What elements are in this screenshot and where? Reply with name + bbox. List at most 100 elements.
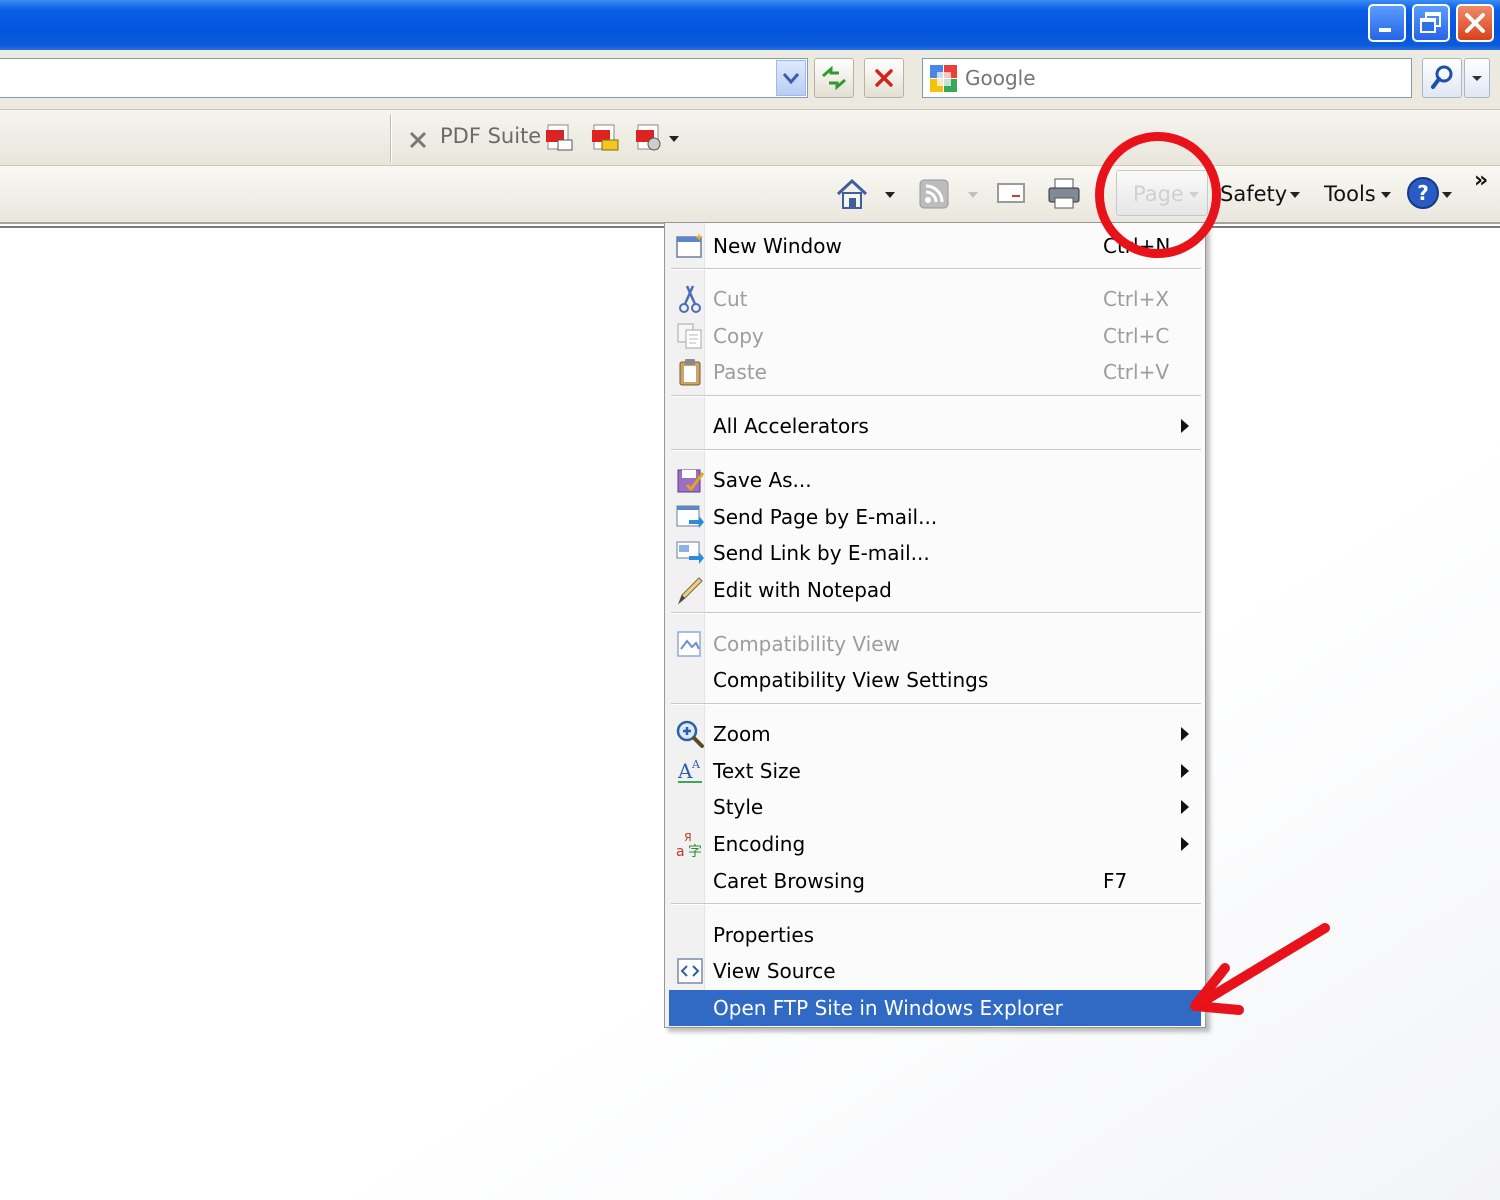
- pdf-suite-label: PDF Suite: [440, 124, 542, 148]
- close-button[interactable]: [1456, 4, 1494, 42]
- menu-item-label: Open FTP Site in Windows Explorer: [713, 996, 1063, 1020]
- send-link-icon: [676, 541, 704, 564]
- restore-icon: [1420, 12, 1441, 33]
- search-options-button[interactable]: [1464, 58, 1490, 98]
- tools-caret-icon[interactable]: [1381, 192, 1391, 198]
- safety-menu-button[interactable]: Safety: [1220, 182, 1287, 206]
- submenu-arrow-icon: [1181, 800, 1189, 814]
- search-input[interactable]: [965, 59, 1405, 97]
- restore-button[interactable]: [1412, 4, 1450, 42]
- feeds-icon[interactable]: [918, 178, 950, 210]
- menu-item-send-page[interactable]: Send Page by E-mail...: [669, 499, 1201, 535]
- feeds-caret-icon[interactable]: [968, 192, 978, 198]
- read-mail-icon[interactable]: [996, 180, 1026, 208]
- menu-item-label: Text Size: [713, 759, 801, 783]
- stop-button[interactable]: [864, 58, 904, 98]
- menu-item-label: Copy: [713, 324, 764, 348]
- menu-item-copy[interactable]: Copy Ctrl+C: [669, 318, 1201, 354]
- pdf-convert-icon[interactable]: [544, 122, 576, 154]
- command-bar: Page Safety Tools ? »: [0, 166, 1500, 224]
- scissors-icon: [679, 285, 701, 313]
- menu-item-cut[interactable]: Cut Ctrl+X: [669, 281, 1201, 317]
- menu-item-properties[interactable]: Properties: [669, 917, 1201, 953]
- submenu-arrow-icon: [1181, 419, 1189, 433]
- chevron-down-icon: [782, 73, 800, 85]
- menu-item-shortcut: Ctrl+X: [1103, 287, 1170, 311]
- menu-separator: [671, 395, 1201, 397]
- svg-text:字: 字: [688, 844, 702, 859]
- menu-item-label: Paste: [713, 360, 767, 384]
- menu-item-compatibility-view[interactable]: Compatibility View: [669, 626, 1201, 662]
- pencil-icon: [677, 577, 703, 605]
- pdf-email-icon[interactable]: [590, 122, 622, 154]
- menu-item-label: New Window: [713, 234, 842, 258]
- menu-item-send-link[interactable]: Send Link by E-mail...: [669, 535, 1201, 571]
- more-commands-button[interactable]: »: [1474, 168, 1488, 193]
- address-dropdown-button[interactable]: [776, 60, 806, 96]
- svg-text:A: A: [677, 759, 693, 783]
- menu-separator: [671, 903, 1201, 905]
- menu-item-label: Style: [713, 795, 764, 819]
- refresh-icon: [822, 65, 846, 91]
- menu-item-zoom[interactable]: Zoom: [669, 716, 1201, 752]
- safety-caret-icon[interactable]: [1290, 192, 1300, 198]
- menu-item-style[interactable]: Style: [669, 789, 1201, 825]
- home-caret-icon[interactable]: [885, 192, 895, 198]
- svg-text:A: A: [691, 758, 701, 771]
- svg-text:a: a: [676, 844, 685, 859]
- menu-separator: [671, 612, 1201, 614]
- clipboard-icon: [679, 359, 701, 386]
- menu-item-label: Compatibility View: [713, 632, 900, 656]
- compatibility-view-icon: [677, 631, 701, 657]
- tools-menu-button[interactable]: Tools: [1324, 182, 1376, 206]
- pdf-toolbar-close-icon[interactable]: [406, 128, 430, 152]
- minimize-button[interactable]: [1368, 4, 1406, 42]
- menu-item-label: Encoding: [713, 832, 806, 856]
- menu-item-paste[interactable]: Paste Ctrl+V: [669, 354, 1201, 390]
- new-window-icon: [676, 233, 703, 258]
- menu-item-label: Properties: [713, 923, 815, 947]
- menu-item-caret-browsing[interactable]: Caret Browsing F7: [669, 863, 1201, 899]
- search-box[interactable]: [922, 58, 1412, 98]
- copy-icon: [677, 323, 702, 349]
- encoding-icon: Я a 字: [676, 831, 702, 859]
- search-icon: [1431, 65, 1453, 89]
- submenu-arrow-icon: [1181, 837, 1189, 851]
- text-size-icon: A A: [677, 758, 702, 783]
- menu-item-encoding[interactable]: Я a 字 Encoding: [669, 826, 1201, 862]
- pdf-options-icon[interactable]: [634, 122, 666, 154]
- menu-item-all-accelerators[interactable]: All Accelerators: [669, 408, 1201, 444]
- minimize-icon: [1379, 28, 1391, 32]
- menu-item-label: All Accelerators: [713, 414, 869, 438]
- menu-item-text-size[interactable]: A A Text Size: [669, 753, 1201, 789]
- menu-separator: [671, 703, 1201, 705]
- menu-item-shortcut: Ctrl+V: [1103, 360, 1170, 384]
- annotation-circle: [1095, 132, 1221, 258]
- menu-item-label: Edit with Notepad: [713, 578, 892, 602]
- menu-item-edit-with-notepad[interactable]: Edit with Notepad: [669, 572, 1201, 608]
- send-page-icon: [676, 505, 704, 528]
- menu-item-label: Cut: [713, 287, 748, 311]
- help-caret-icon[interactable]: [1442, 192, 1452, 198]
- svg-text:?: ?: [1417, 181, 1429, 205]
- refresh-button[interactable]: [814, 58, 854, 98]
- menu-item-save-as[interactable]: Save As...: [669, 462, 1201, 498]
- pdf-options-caret-icon[interactable]: [669, 136, 679, 142]
- zoom-icon: [676, 720, 704, 748]
- menu-item-label: Zoom: [713, 722, 771, 746]
- toolbar-separator: [390, 114, 392, 162]
- address-bar-row: [0, 50, 1500, 110]
- title-bar: [0, 0, 1500, 50]
- google-logo-icon: [930, 65, 957, 92]
- menu-item-view-source[interactable]: View Source: [669, 953, 1201, 989]
- menu-item-compatibility-view-settings[interactable]: Compatibility View Settings: [669, 662, 1201, 698]
- home-icon[interactable]: [834, 176, 870, 212]
- help-icon[interactable]: ?: [1406, 176, 1440, 210]
- view-source-icon: [677, 958, 703, 984]
- close-icon: [1465, 13, 1485, 33]
- submenu-arrow-icon: [1181, 727, 1189, 741]
- search-go-button[interactable]: [1422, 58, 1462, 98]
- address-field[interactable]: [0, 58, 808, 98]
- menu-item-open-ftp-site[interactable]: Open FTP Site in Windows Explorer: [669, 990, 1201, 1026]
- print-icon[interactable]: [1046, 176, 1082, 212]
